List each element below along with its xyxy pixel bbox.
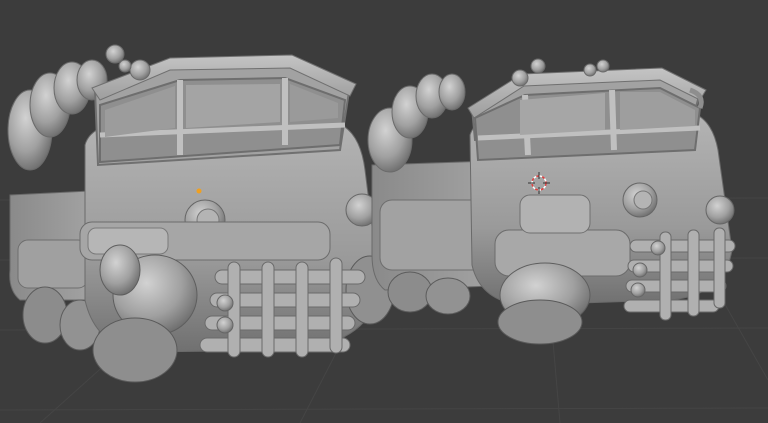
truck-left[interactable]: [7, 44, 395, 383]
scene-render: [7, 44, 736, 383]
3d-viewport[interactable]: [0, 0, 768, 423]
truck-right[interactable]: [367, 58, 736, 345]
object-origin-icon[interactable]: [196, 188, 202, 194]
